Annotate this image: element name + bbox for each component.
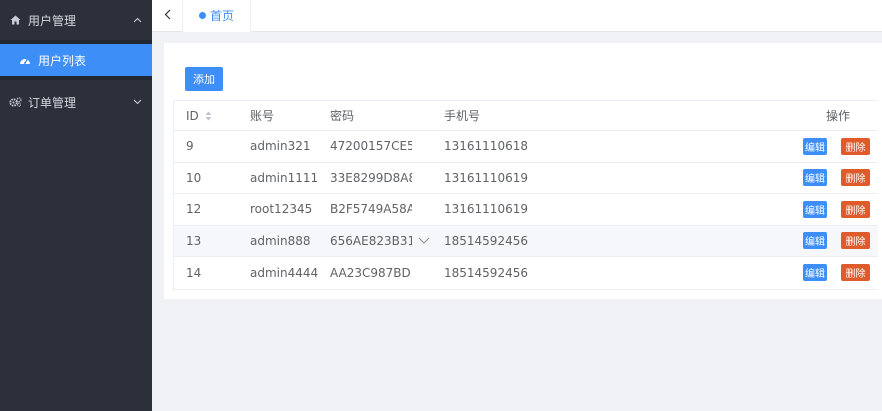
home-icon bbox=[8, 15, 22, 25]
submenu-user-management: 用户列表 bbox=[0, 40, 152, 80]
column-header-id[interactable]: ID bbox=[174, 109, 250, 123]
cell-account: admin321 bbox=[250, 139, 311, 154]
cell-ops: 编辑 删除 bbox=[788, 137, 878, 155]
tab-bar: 首页 bbox=[152, 0, 882, 32]
chevron-down-icon bbox=[132, 97, 142, 107]
cell-id: 12 bbox=[186, 202, 202, 217]
cell-phone: 18514592456 bbox=[444, 233, 528, 248]
cell-password: B2F5749A58A... bbox=[330, 202, 444, 216]
content-card: 添加 ID 账号 密码 手机号 操作 9 admin321 47200157CE… bbox=[164, 43, 882, 299]
delete-button[interactable]: 删除 bbox=[841, 169, 870, 187]
delete-button[interactable]: 删除 bbox=[841, 200, 870, 218]
menu-group-label: 用户管理 bbox=[28, 13, 77, 28]
cell-phone: 13161110618 bbox=[444, 139, 528, 154]
column-header-label: ID bbox=[186, 108, 199, 123]
cell-phone: 18514592456 bbox=[444, 265, 528, 280]
cell-password: 33E8299D8A8... bbox=[330, 171, 444, 185]
cell-id: 14 bbox=[186, 265, 202, 280]
cell-password-text: B2F5749A58A... bbox=[330, 202, 412, 217]
table-row: 12 root12345 B2F5749A58A... 13161110619 … bbox=[174, 194, 878, 226]
cell-ops: 编辑 删除 bbox=[788, 169, 878, 187]
edit-button[interactable]: 编辑 bbox=[803, 200, 827, 218]
table-row: 9 admin321 47200157CE5... 13161110618 编辑… bbox=[174, 131, 878, 163]
edit-button[interactable]: 编辑 bbox=[803, 169, 827, 187]
cell-id: 10 bbox=[186, 170, 202, 185]
sort-icon[interactable] bbox=[205, 111, 212, 121]
cell-phone: 13161110619 bbox=[444, 170, 528, 185]
delete-button[interactable]: 删除 bbox=[841, 232, 870, 250]
cell-id: 13 bbox=[186, 233, 202, 248]
cell-account: admin888 bbox=[250, 233, 311, 248]
sidebar-item-user-list[interactable]: 用户列表 bbox=[0, 44, 152, 76]
user-table: ID 账号 密码 手机号 操作 9 admin321 47200157CE5..… bbox=[173, 100, 878, 290]
gears-icon bbox=[8, 97, 22, 107]
cell-id: 9 bbox=[186, 139, 194, 154]
chevron-up-icon bbox=[132, 15, 142, 25]
table-row: 14 admin4444 AA23C987BD... 18514592456 编… bbox=[174, 257, 878, 289]
collapse-sidebar-button[interactable] bbox=[152, 0, 182, 32]
cell-ops: 编辑 删除 bbox=[788, 264, 878, 282]
edit-button[interactable]: 编辑 bbox=[803, 232, 827, 250]
table-row: 13 admin888 656AE823B31... 18514592456 编… bbox=[174, 225, 878, 257]
add-button[interactable]: 添加 bbox=[185, 67, 223, 91]
menu-group-label: 订单管理 bbox=[28, 95, 77, 110]
column-header-ops: 操作 bbox=[825, 109, 850, 123]
delete-button[interactable]: 删除 bbox=[841, 137, 870, 155]
cell-password-text: 656AE823B31... bbox=[330, 233, 412, 248]
edit-button[interactable]: 编辑 bbox=[803, 137, 827, 155]
cell-password-text: 47200157CE5... bbox=[330, 139, 412, 154]
cell-phone: 13161110619 bbox=[444, 202, 528, 217]
tab-label: 首页 bbox=[210, 9, 235, 23]
cell-ops: 编辑 删除 bbox=[788, 232, 878, 250]
table-header-row: ID 账号 密码 手机号 操作 bbox=[174, 101, 878, 131]
cell-password-text: AA23C987BD... bbox=[330, 265, 412, 280]
dashboard-icon bbox=[18, 55, 32, 65]
sidebar-item-label: 用户列表 bbox=[38, 53, 87, 68]
cell-password: 656AE823B31... bbox=[330, 234, 444, 248]
cell-ops: 编辑 删除 bbox=[788, 200, 878, 218]
cell-account: admin1111 bbox=[250, 170, 319, 185]
sidebar: 用户管理 用户列表 订单管理 bbox=[0, 0, 152, 411]
tab-home[interactable]: 首页 bbox=[182, 0, 252, 32]
table-row: 10 admin1111 33E8299D8A8... 13161110619 … bbox=[174, 163, 878, 194]
cell-password-text: 33E8299D8A8... bbox=[330, 170, 412, 185]
column-header-phone: 手机号 bbox=[444, 109, 481, 123]
chevron-left-icon bbox=[164, 9, 171, 23]
delete-button[interactable]: 删除 bbox=[841, 264, 870, 282]
cell-password: 47200157CE5... bbox=[330, 139, 444, 153]
active-dot-icon bbox=[199, 12, 206, 19]
edit-button[interactable]: 编辑 bbox=[803, 264, 827, 282]
column-header-password: 密码 bbox=[330, 109, 355, 123]
column-header-account: 账号 bbox=[250, 109, 275, 123]
menu-group-user-management[interactable]: 用户管理 bbox=[0, 0, 152, 40]
cell-account: root12345 bbox=[250, 202, 313, 217]
chevron-down-icon[interactable] bbox=[418, 237, 430, 244]
cell-password: AA23C987BD... bbox=[330, 266, 444, 280]
menu-group-order-management[interactable]: 订单管理 bbox=[0, 82, 152, 122]
cell-account: admin4444 bbox=[250, 265, 319, 280]
